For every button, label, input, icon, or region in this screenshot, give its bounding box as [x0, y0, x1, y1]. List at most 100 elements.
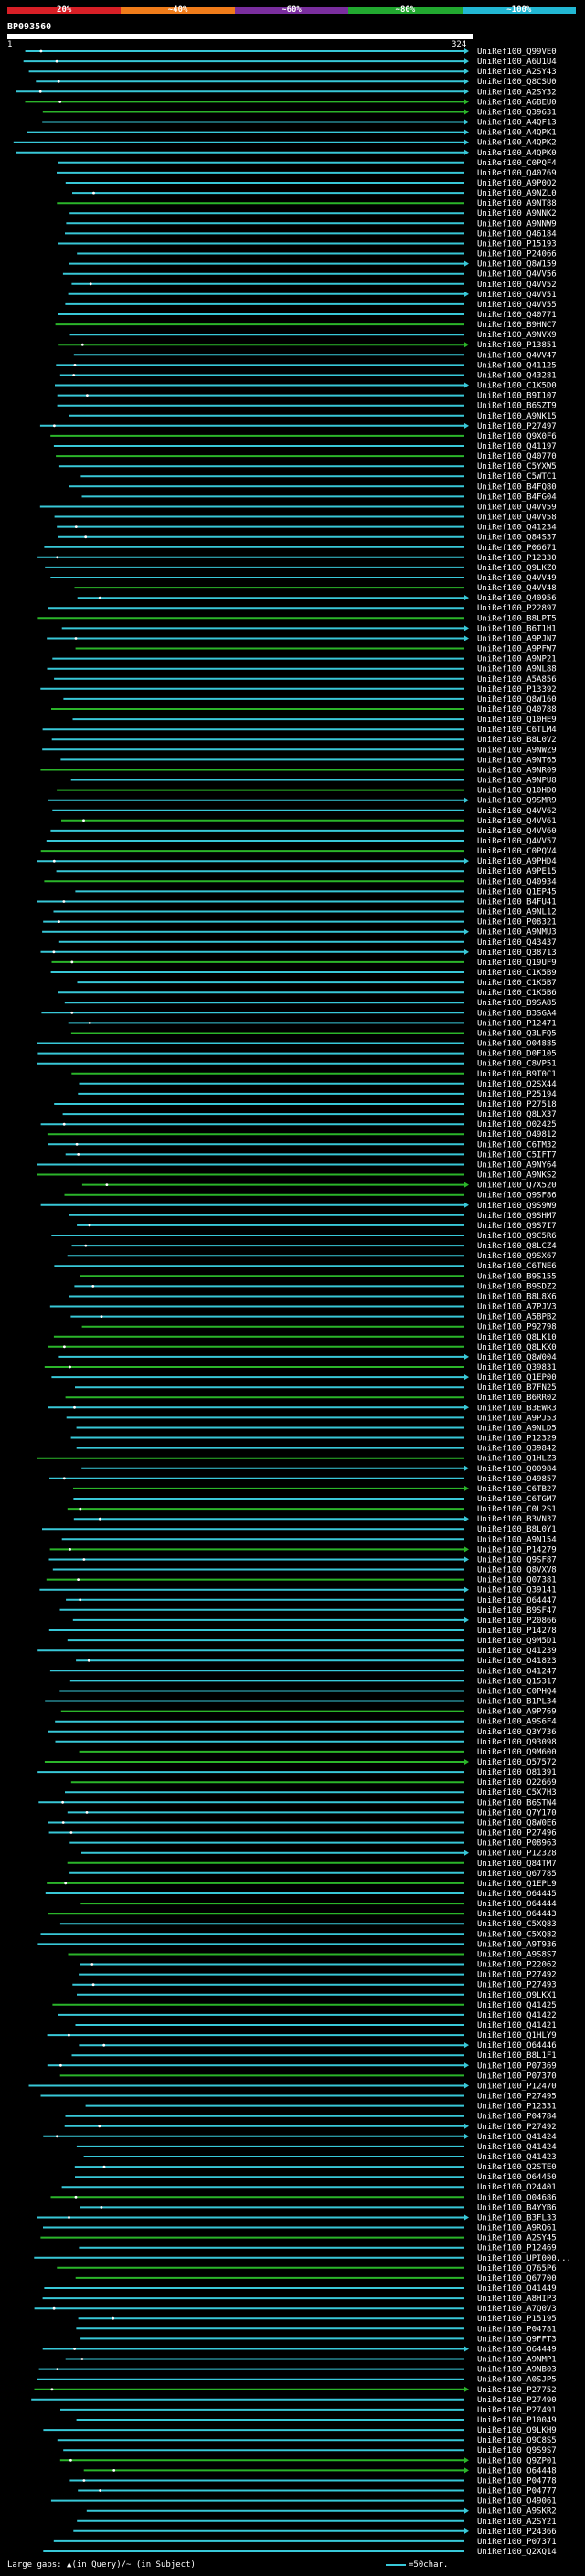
hit-label[interactable]: UniRef100_C0PQV4 — [477, 847, 557, 856]
hit-label[interactable]: UniRef100_Q9FFT3 — [477, 2335, 557, 2344]
hit-label[interactable]: UniRef100_A9PJN7 — [477, 635, 557, 644]
hit-label[interactable]: UniRef100_P15193 — [477, 240, 557, 249]
hit-label[interactable]: UniRef100_Q19UF9 — [477, 959, 557, 968]
hit-label[interactable]: UniRef100_Q9X0F6 — [477, 432, 557, 441]
hit-label[interactable]: UniRef100_A4QF13 — [477, 119, 557, 128]
hit-label[interactable]: UniRef100_A9P0Q2 — [477, 179, 557, 188]
hit-label[interactable]: UniRef100_P12471 — [477, 1019, 557, 1028]
hit-label[interactable]: UniRef100_P22897 — [477, 604, 557, 613]
hit-label[interactable]: UniRef100_B3FL33 — [477, 2214, 557, 2223]
hit-label[interactable]: UniRef100_Q9SMR9 — [477, 797, 557, 806]
hit-label[interactable]: UniRef100_A9PFW7 — [477, 645, 557, 654]
hit-label[interactable]: UniRef100_O64447 — [477, 1596, 557, 1606]
hit-label[interactable]: UniRef100_Q1HLY9 — [477, 2031, 557, 2041]
hit-label[interactable]: UniRef100_Q8VXV8 — [477, 1566, 557, 1575]
hit-label[interactable]: UniRef100_P06671 — [477, 544, 557, 553]
hit-label[interactable]: UniRef100_B8L8X6 — [477, 1293, 557, 1302]
hit-label[interactable]: UniRef100_B4FQ80 — [477, 482, 557, 492]
hit-label[interactable]: UniRef100_Q4VV48 — [477, 584, 557, 593]
hit-label[interactable]: UniRef100_B9HNC7 — [477, 321, 557, 330]
hit-label[interactable]: UniRef100_A4QPK1 — [477, 129, 557, 138]
hit-label[interactable]: UniRef100_A9NL88 — [477, 665, 557, 674]
hit-label[interactable]: UniRef100_A9SKR2 — [477, 2507, 557, 2517]
hit-label[interactable]: UniRef100_A6U1U4 — [477, 58, 557, 67]
hit-label[interactable]: UniRef100_A9NMU3 — [477, 928, 557, 938]
hit-label[interactable]: UniRef100_A7PJV3 — [477, 1303, 557, 1312]
hit-label[interactable]: UniRef100_A2SY32 — [477, 88, 557, 97]
hit-label[interactable]: UniRef100_Q8LK10 — [477, 1333, 557, 1342]
hit-label[interactable]: UniRef100_P24366 — [477, 2528, 557, 2537]
hit-label[interactable]: UniRef100_P04781 — [477, 2325, 557, 2334]
hit-label[interactable]: UniRef100_A2SY45 — [477, 2234, 557, 2243]
hit-label[interactable]: UniRef100_Q41423 — [477, 2153, 557, 2162]
hit-label[interactable]: UniRef100_O81391 — [477, 1768, 557, 1777]
hit-label[interactable]: UniRef100_B9SA85 — [477, 999, 557, 1008]
hit-label[interactable]: UniRef100_B7FN25 — [477, 1383, 557, 1393]
hit-label[interactable]: UniRef100_Q9S7I7 — [477, 1222, 557, 1231]
hit-label[interactable]: UniRef100_Q4VV56 — [477, 270, 557, 280]
hit-label[interactable]: UniRef100_Q8W160 — [477, 695, 557, 705]
hit-label[interactable]: UniRef100_Q39831 — [477, 1363, 557, 1373]
hit-label[interactable]: UniRef100_Q15317 — [477, 1677, 557, 1686]
hit-label[interactable]: UniRef100_C1K5B6 — [477, 989, 557, 998]
hit-label[interactable]: UniRef100_Q99VE0 — [477, 48, 557, 57]
hit-label[interactable]: UniRef100_Q4VV58 — [477, 514, 557, 523]
hit-label[interactable]: UniRef100_P14278 — [477, 1627, 557, 1636]
hit-label[interactable]: UniRef100_A9RQ61 — [477, 2224, 557, 2233]
hit-label[interactable]: UniRef100_P07371 — [477, 2538, 557, 2547]
hit-label[interactable]: UniRef100_Q00984 — [477, 1465, 557, 1474]
hit-label[interactable]: UniRef100_P04784 — [477, 2113, 557, 2122]
hit-label[interactable]: UniRef100_B8L1F1 — [477, 2051, 557, 2061]
hit-label[interactable]: UniRef100_B8L0Y1 — [477, 1525, 557, 1534]
hit-label[interactable]: UniRef100_O22669 — [477, 1778, 557, 1787]
hit-label[interactable]: UniRef100_O04686 — [477, 2193, 557, 2202]
hit-label[interactable]: UniRef100_P15195 — [477, 2315, 557, 2324]
hit-label[interactable]: UniRef100_Q67785 — [477, 1870, 557, 1879]
hit-label[interactable]: UniRef100_A9S8S7 — [477, 1951, 557, 1960]
hit-label[interactable]: UniRef100_Q2SX44 — [477, 1080, 557, 1089]
hit-label[interactable]: UniRef100_A9NMP1 — [477, 2356, 557, 2365]
hit-label[interactable]: UniRef100_Q8LKX0 — [477, 1343, 557, 1352]
hit-label[interactable]: UniRef100_A9NY64 — [477, 1161, 557, 1171]
hit-label[interactable]: UniRef100_P27752 — [477, 2386, 557, 2395]
hit-label[interactable]: UniRef100_P27490 — [477, 2396, 557, 2405]
hit-label[interactable]: UniRef100_B9I107 — [477, 392, 557, 401]
hit-label[interactable]: UniRef100_B6RR02 — [477, 1394, 557, 1403]
hit-label[interactable]: UniRef100_Q41424 — [477, 2133, 557, 2142]
hit-label[interactable]: UniRef100_A9PJ53 — [477, 1414, 557, 1423]
hit-label[interactable]: UniRef100_A6BEU0 — [477, 98, 557, 107]
hit-label[interactable]: UniRef100_Q43437 — [477, 938, 557, 948]
hit-label[interactable]: UniRef100_UPI000... — [477, 2254, 571, 2263]
hit-label[interactable]: UniRef100_B9SF47 — [477, 1606, 557, 1616]
hit-label[interactable]: UniRef100_Q4VV49 — [477, 574, 557, 583]
hit-label[interactable]: UniRef100_C0L2S1 — [477, 1505, 557, 1514]
hit-label[interactable]: UniRef100_P27497 — [477, 422, 557, 431]
hit-label[interactable]: UniRef100_O64450 — [477, 2173, 557, 2182]
hit-label[interactable]: UniRef100_P12329 — [477, 1435, 557, 1444]
hit-label[interactable]: UniRef100_Q40788 — [477, 705, 557, 715]
hit-label[interactable]: UniRef100_P27491 — [477, 2406, 557, 2415]
hit-label[interactable]: UniRef100_Q41421 — [477, 2021, 557, 2030]
hit-label[interactable]: UniRef100_Q1EPL9 — [477, 1880, 557, 1889]
hit-label[interactable]: UniRef100_A9NP21 — [477, 655, 557, 664]
hit-label[interactable]: UniRef100_P25194 — [477, 1090, 557, 1099]
hit-label[interactable]: UniRef100_C8VP51 — [477, 1060, 557, 1069]
hit-label[interactable]: UniRef100_C5X7H3 — [477, 1788, 557, 1797]
hit-label[interactable]: UniRef100_C5YXW5 — [477, 462, 557, 472]
hit-label[interactable]: UniRef100_P92798 — [477, 1323, 557, 1332]
hit-label[interactable]: UniRef100_A9NVX9 — [477, 331, 557, 340]
hit-label[interactable]: UniRef100_B4YYB6 — [477, 2203, 557, 2212]
hit-label[interactable]: UniRef100_P14279 — [477, 1545, 557, 1554]
hit-label[interactable]: UniRef100_Q39631 — [477, 109, 557, 118]
hit-label[interactable]: UniRef100_Q8W159 — [477, 260, 557, 270]
hit-label[interactable]: UniRef100_Q9C8S5 — [477, 2436, 557, 2445]
hit-label[interactable]: UniRef100_A4QPK2 — [477, 139, 557, 148]
hit-label[interactable]: UniRef100_Q57572 — [477, 1758, 557, 1767]
hit-label[interactable]: UniRef100_Q9M600 — [477, 1748, 557, 1757]
hit-label[interactable]: UniRef100_O64448 — [477, 2466, 557, 2475]
hit-label[interactable]: UniRef100_Q40770 — [477, 452, 557, 461]
hit-label[interactable]: UniRef100_Q4VV62 — [477, 807, 557, 816]
hit-label[interactable]: UniRef100_A9NB03 — [477, 2366, 557, 2375]
hit-label[interactable]: UniRef100_P27495 — [477, 2093, 557, 2102]
hit-label[interactable]: UniRef100_P12330 — [477, 554, 557, 563]
